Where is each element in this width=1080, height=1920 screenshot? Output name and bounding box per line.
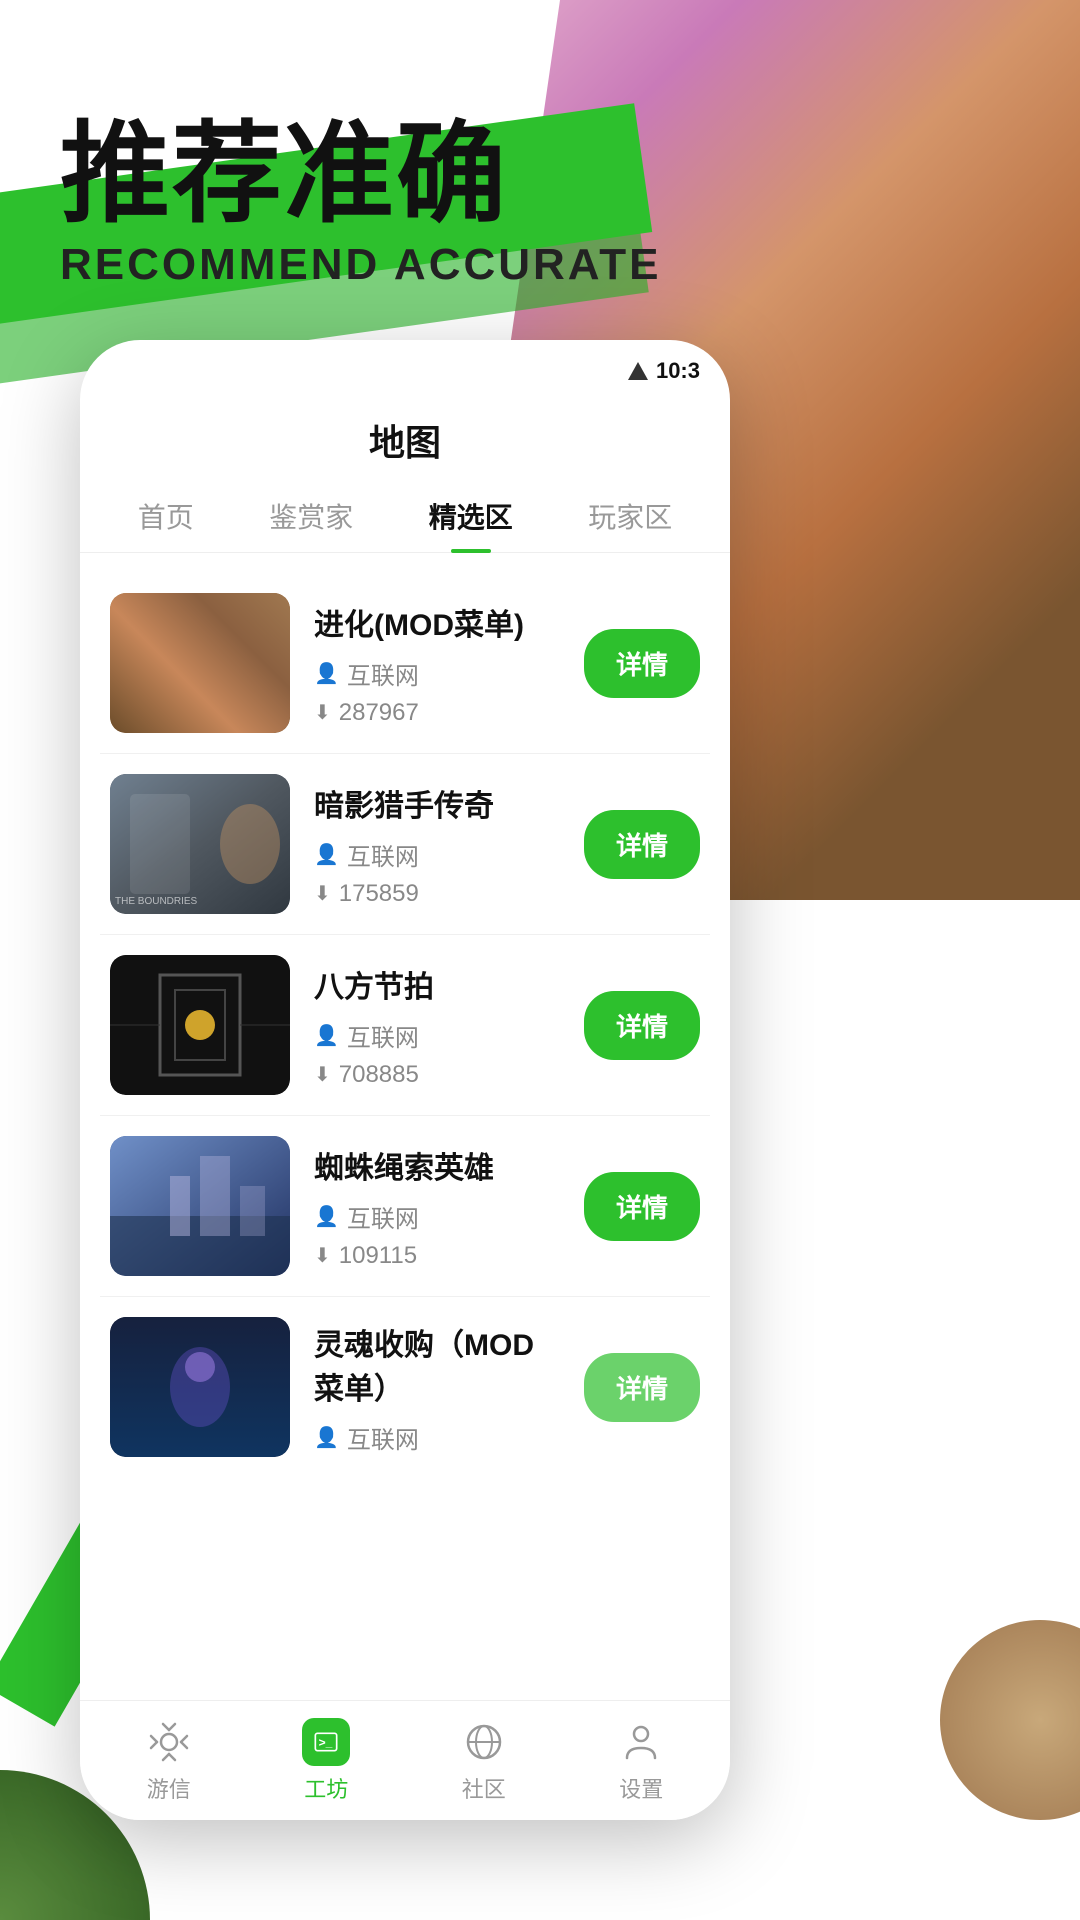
nav-label-gongfang: 工坊: [304, 1772, 348, 1804]
game-downloads-2: ⬇ 175859: [314, 880, 560, 908]
nav-item-gongfang[interactable]: >_ 工坊: [302, 1718, 350, 1804]
game-info-3: 八方节拍 👤 互联网 ⬇ 708885: [314, 962, 560, 1089]
list-item: THE BOUNDRIES 暗影猎手传奇 👤 互联网 ⬇ 175859: [100, 754, 710, 935]
detail-button-5[interactable]: 详情: [584, 1353, 700, 1422]
game-title-3: 八方节拍: [314, 962, 560, 1006]
person-icon-2: 👤: [314, 842, 339, 867]
download-icon-4: ⬇: [314, 1243, 331, 1268]
game-list: "GREAT ADAPTATION OF THE BOARDGAME" 进化(M…: [80, 573, 730, 1773]
game-meta-2: 👤 互联网 ⬇ 175859: [314, 837, 560, 908]
game-downloads-3: ⬇ 708885: [314, 1061, 560, 1089]
person-icon-4: 👤: [314, 1204, 339, 1229]
nav-label-shequ: 社区: [462, 1772, 506, 1804]
tab-player[interactable]: 玩家区: [588, 496, 672, 552]
shezhi-icon: [617, 1718, 665, 1766]
game-title-1: 进化(MOD菜单): [314, 600, 560, 644]
game-thumbnail-2: THE BOUNDRIES: [110, 774, 290, 914]
person-icon-5: 👤: [314, 1425, 339, 1450]
game-thumbnail-3: [110, 955, 290, 1095]
svg-text:THE BOUNDRIES: THE BOUNDRIES: [115, 896, 198, 907]
game-thumbnail-1: "GREAT ADAPTATION OF THE BOARDGAME": [110, 593, 290, 733]
game-meta-1: 👤 互联网 ⬇ 287967: [314, 656, 560, 727]
hero-text-block: 推荐准确 RECOMMEND ACCURATE: [60, 120, 662, 290]
detail-button-1[interactable]: 详情: [584, 629, 700, 698]
app-title: 地图: [80, 394, 730, 476]
nav-label-youxin: 游信: [147, 1772, 191, 1804]
game-source-3: 👤 互联网: [314, 1018, 560, 1053]
status-time: 10:3: [656, 358, 700, 384]
detail-button-3[interactable]: 详情: [584, 991, 700, 1060]
svg-text:"GREAT ADAPTATION OF: "GREAT ADAPTATION OF: [118, 694, 253, 706]
download-icon-1: ⬇: [314, 700, 331, 725]
tab-home[interactable]: 首页: [138, 496, 194, 552]
nav-item-shequ[interactable]: 社区: [460, 1718, 508, 1804]
svg-text:THE BOARDGAME": THE BOARDGAME": [118, 709, 222, 721]
list-item: 蜘蛛绳索英雄 👤 互联网 ⬇ 109115 详情: [100, 1116, 710, 1297]
shequ-icon: [460, 1718, 508, 1766]
phone-frame: 10:3 地图 首页 鉴赏家 精选区 玩家区: [80, 340, 730, 1820]
game-source-4: 👤 互联网: [314, 1199, 560, 1234]
game-source-1: 👤 互联网: [314, 656, 560, 691]
gongfang-icon: >_: [302, 1718, 350, 1766]
game-title-2: 暗影猎手传奇: [314, 781, 560, 825]
tab-bar: 首页 鉴赏家 精选区 玩家区: [80, 476, 730, 553]
list-item: 八方节拍 👤 互联网 ⬇ 708885 详情: [100, 935, 710, 1116]
game-info-5: 灵魂收购（MOD菜单） 👤 互联网: [314, 1320, 560, 1455]
game-downloads-4: ⬇ 109115: [314, 1242, 560, 1270]
status-icons: 10:3: [628, 358, 700, 384]
detail-button-2[interactable]: 详情: [584, 810, 700, 879]
game-title-4: 蜘蛛绳索英雄: [314, 1143, 560, 1187]
nav-item-youxin[interactable]: 游信: [145, 1718, 193, 1804]
game-meta-5: 👤 互联网: [314, 1420, 560, 1455]
game-info-4: 蜘蛛绳索英雄 👤 互联网 ⬇ 109115: [314, 1143, 560, 1270]
download-icon-3: ⬇: [314, 1062, 331, 1087]
nav-item-shezhi[interactable]: 设置: [617, 1718, 665, 1804]
tab-connoisseur[interactable]: 鉴赏家: [269, 496, 353, 552]
person-icon-1: 👤: [314, 661, 339, 686]
download-icon-2: ⬇: [314, 881, 331, 906]
svg-text:>_: >_: [319, 1735, 333, 1749]
nav-label-shezhi: 设置: [619, 1772, 663, 1804]
game-downloads-1: ⬇ 287967: [314, 699, 560, 727]
bottom-navigation: 游信 >_ 工坊 社区: [80, 1700, 730, 1820]
list-item: "GREAT ADAPTATION OF THE BOARDGAME" 进化(M…: [100, 573, 710, 754]
game-meta-3: 👤 互联网 ⬇ 708885: [314, 1018, 560, 1089]
bg-circle-right: [940, 1620, 1080, 1820]
status-bar: 10:3: [80, 340, 730, 394]
hero-chinese-title: 推荐准确: [60, 120, 662, 230]
game-source-5: 👤 互联网: [314, 1420, 560, 1455]
person-icon-3: 👤: [314, 1023, 339, 1048]
game-info-1: 进化(MOD菜单) 👤 互联网 ⬇ 287967: [314, 600, 560, 727]
detail-button-4[interactable]: 详情: [584, 1172, 700, 1241]
game-source-2: 👤 互联网: [314, 837, 560, 872]
game-meta-4: 👤 互联网 ⬇ 109115: [314, 1199, 560, 1270]
hero-english-title: RECOMMEND ACCURATE: [60, 240, 662, 290]
tab-featured[interactable]: 精选区: [429, 496, 513, 552]
youxin-icon: [145, 1718, 193, 1766]
game-info-2: 暗影猎手传奇 👤 互联网 ⬇ 175859: [314, 781, 560, 908]
list-item: 灵魂收购（MOD菜单） 👤 互联网 详情: [100, 1297, 710, 1477]
signal-icon: [628, 362, 648, 380]
game-thumbnail-5: [110, 1317, 290, 1457]
game-title-5: 灵魂收购（MOD菜单）: [314, 1320, 560, 1408]
game-thumbnail-4: [110, 1136, 290, 1276]
